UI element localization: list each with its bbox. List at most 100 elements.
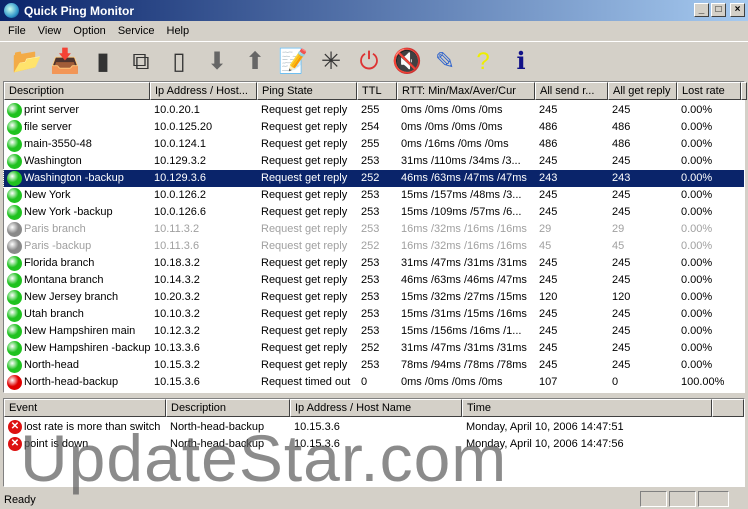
column-header-all-send[interactable]: All send r... [535,82,608,100]
column-header-description[interactable]: Description [4,82,150,100]
move-up-button[interactable]: ⬆ [238,45,272,79]
cell-all-get-reply: 245 [612,342,631,354]
menu-view[interactable]: View [32,25,68,37]
cell-ping-state: Request get reply [261,155,348,167]
cell-ping-state: Request get reply [261,104,348,116]
column-header-rtt[interactable]: RTT: Min/Max/Aver/Cur [397,82,535,100]
move-down-button[interactable]: ⬇ [200,45,234,79]
cell-description: New Hampshiren main [24,325,136,337]
event-row[interactable]: ✕ point is down North-head-backup 10.15.3.6… [4,436,744,453]
table-row[interactable]: Montana branch 10.14.3.2 Request get reply… [4,272,744,289]
table-row[interactable]: Paris -backup 10.11.3.6 Request get reply 2… [4,238,744,255]
column-header-ping-state[interactable]: Ping State [257,82,357,100]
table-row[interactable]: Florida branch 10.18.3.2 Request get reply… [4,255,744,272]
cell-description: print server [24,104,80,116]
event-column-header-time[interactable]: Time [462,399,712,417]
maximize-button[interactable]: □ [711,3,726,17]
cell-ttl: 253 [361,359,380,371]
cell-all-get-reply: 245 [612,274,631,286]
table-row[interactable]: Washington 10.129.3.2 Request get reply 253… [4,153,744,170]
table-row[interactable]: main-3550-48 10.0.124.1 Request get reply 2… [4,136,744,153]
open-folder-icon: 📂 [12,48,42,75]
cell-ping-state: Request get reply [261,240,348,252]
open-folder-button[interactable]: 📂 [10,45,44,79]
help-button[interactable]: ? [466,45,500,79]
stop-button[interactable]: ⏻ [352,45,386,79]
event-column-header-description[interactable]: Description [166,399,290,417]
menu-service[interactable]: Service [112,25,161,37]
table-row[interactable]: New Jersey branch 10.20.3.2 Request get re… [4,289,744,306]
status-disabled-icon [7,239,22,254]
table-row[interactable]: New Hampshiren main 10.12.3.2 Request get … [4,323,744,340]
event-column-header-ip-address[interactable]: Ip Address / Host Name [290,399,462,417]
import-button[interactable]: 📥 [48,45,82,79]
menu-help[interactable]: Help [161,25,196,37]
cell-all-get-reply: 45 [612,240,625,252]
table-row[interactable]: Paris branch 10.11.3.2 Request get reply 25… [4,221,744,238]
table-row[interactable]: North-head-backup 10.15.3.6 Request timed … [4,374,744,391]
event-row[interactable]: ✕ lost rate is more than switch North-head… [4,419,744,436]
mute-sound-button[interactable]: 🔇 [390,45,424,79]
cell-description: New York [24,189,71,201]
about-button[interactable]: ℹ [504,45,538,79]
error-icon: ✕ [8,437,22,451]
cell-lost-rate: 0.00% [681,342,713,354]
settings-notes-icon: 📝 [278,48,308,75]
window-title: Quick Ping Monitor [24,3,134,18]
table-row[interactable]: file server 10.0.125.20 Request get reply 2… [4,119,744,136]
copy-items-button[interactable]: ⧉ [124,45,158,79]
cell-all-get-reply: 29 [612,223,625,235]
cell-rtt: 15ms /157ms /48ms /3... [401,189,522,201]
status-down-icon [7,375,22,390]
cell-rtt: 16ms /32ms /16ms /16ms [401,240,527,252]
column-header-all-get-reply[interactable]: All get reply [608,82,677,100]
cell-description: Washington -backup [24,172,124,184]
title-bar: Quick Ping Monitor _ □ × [0,0,748,21]
new-item-button[interactable]: ▮ [86,45,120,79]
cell-ip-address: 10.0.126.6 [154,206,206,218]
cell-all-send: 245 [539,189,558,201]
cell-ttl: 253 [361,257,380,269]
table-row[interactable]: New York 10.0.126.2 Request get reply 253 15… [4,187,744,204]
settings-notes-button[interactable]: 📝 [276,45,310,79]
blank-item-button[interactable]: ▯ [162,45,196,79]
cell-all-get-reply: 486 [612,138,631,150]
cell-rtt: 0ms /0ms /0ms /0ms [401,104,503,116]
status-up-icon [7,171,22,186]
event-column-header-event[interactable]: Event [4,399,166,417]
event-cell-description: North-head-backup [170,421,265,433]
close-button[interactable]: × [730,3,745,17]
edit-log-button[interactable]: ✎ [428,45,462,79]
cell-ip-address: 10.0.124.1 [154,138,206,150]
cell-ping-state: Request get reply [261,223,348,235]
cell-all-get-reply: 120 [612,291,631,303]
cell-description: New Hampshiren -backup [24,342,150,354]
help-icon: ? [476,47,490,75]
table-row[interactable]: Utah branch 10.10.3.2 Request get reply 253… [4,306,744,323]
cell-description: Montana branch [24,274,104,286]
cell-rtt: 15ms /32ms /27ms /15ms [401,291,527,303]
menu-bar: File View Option Service Help [0,21,748,40]
table-row[interactable]: New York -backup 10.0.126.6 Request get re… [4,204,744,221]
status-up-icon [7,256,22,271]
table-row[interactable]: New Hampshiren -backup 10.13.3.6 Request g… [4,340,744,357]
move-down-icon: ⬇ [206,48,228,75]
menu-option[interactable]: Option [67,25,111,37]
cell-ping-state: Request get reply [261,308,348,320]
menu-file[interactable]: File [2,25,32,37]
cell-ttl: 253 [361,308,380,320]
table-row[interactable]: North-head 10.15.3.2 Request get reply 253 7… [4,357,744,374]
status-up-icon [7,341,22,356]
table-row[interactable]: print server 10.0.20.1 Request get reply 25… [4,102,744,119]
cell-description: Florida branch [24,257,95,269]
column-header-lost-rate[interactable]: Lost rate [677,82,741,100]
minimize-button[interactable]: _ [694,3,709,17]
status-disabled-icon [7,222,22,237]
copy-items-icon: ⧉ [132,47,150,75]
table-row[interactable]: Washington -backup 10.129.3.6 Request get … [3,169,745,188]
status-up-icon [7,154,22,169]
column-header-ip-address[interactable]: Ip Address / Host... [150,82,257,100]
column-header-ttl[interactable]: TTL [357,82,397,100]
start-button[interactable]: ✳ [314,45,348,79]
cell-description: Washington [24,155,82,167]
